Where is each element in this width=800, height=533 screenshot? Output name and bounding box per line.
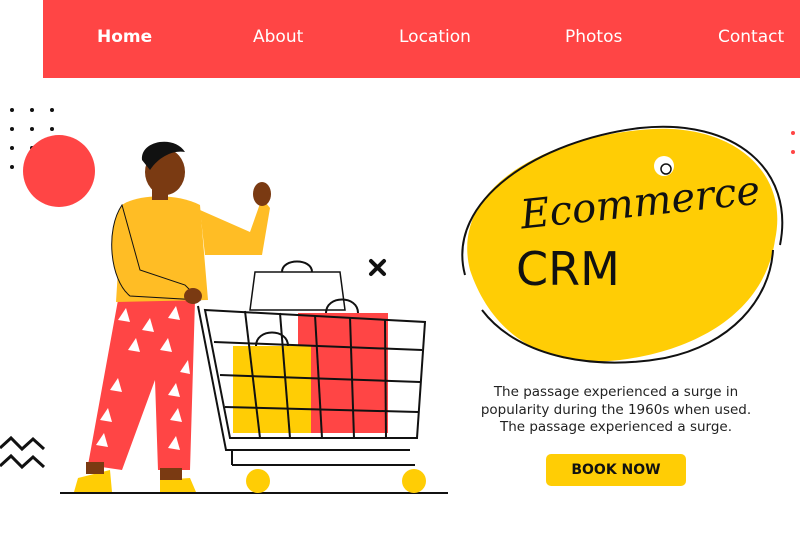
shopper-figure xyxy=(74,141,271,492)
title-blob xyxy=(461,125,784,364)
dot-grid-icon xyxy=(791,131,795,154)
hero-description: The passage experienced a surge in popul… xyxy=(480,384,752,435)
zigzag-icon xyxy=(0,435,46,470)
close-x-icon xyxy=(369,259,386,276)
red-circle-icon xyxy=(23,135,95,207)
book-now-button[interactable]: BOOK NOW xyxy=(546,454,686,486)
hero-subtitle: CRM xyxy=(516,242,620,296)
